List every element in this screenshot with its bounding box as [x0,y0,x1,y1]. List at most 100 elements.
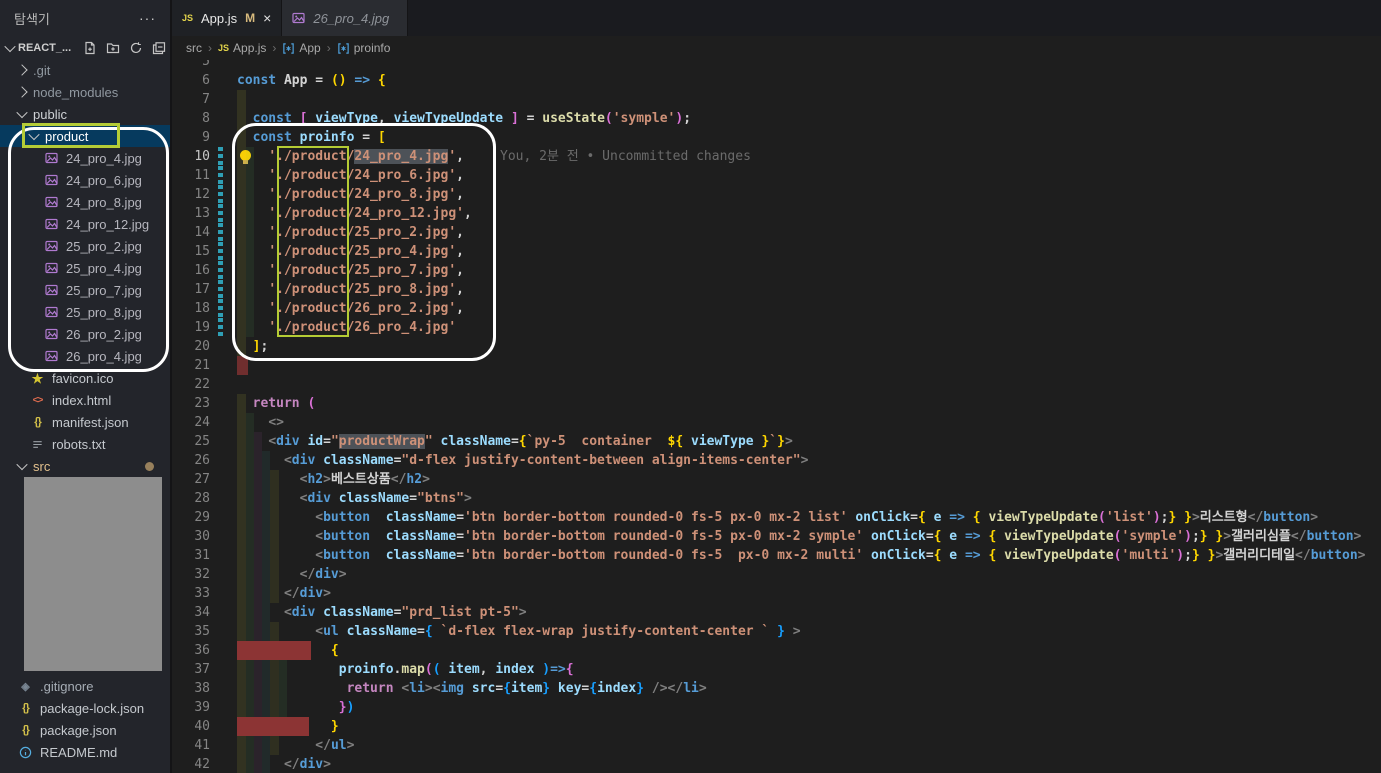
line-number: 14 [194,225,210,240]
tree-item-index.html[interactable]: <> index.html [0,389,170,411]
line-number: 15 [194,244,210,259]
code-line-20[interactable]: 20 ]; [172,337,1381,356]
code-line-16[interactable]: 16 './product/25_pro_7.jpg', [172,261,1381,280]
tree-item-24_pro_12.jpg[interactable]: 24_pro_12.jpg [0,213,170,235]
line-number: 27 [194,472,210,487]
tree-item-25_pro_4.jpg[interactable]: 25_pro_4.jpg [0,257,170,279]
code-line-5[interactable]: 5 [172,60,1381,71]
code-line-10[interactable]: 10 './product/24_pro_4.jpg', You, 2분 전 • … [172,147,1381,166]
tab-App.js[interactable]: JS App.js M × [172,0,283,36]
refresh-icon[interactable] [129,41,143,55]
tree-item-node_modules[interactable]: node_modules [0,81,170,103]
symbol-icon [283,42,295,54]
code-line-32[interactable]: 32 </div> [172,565,1381,584]
chevron-down-icon [28,128,40,141]
more-actions-icon[interactable]: ··· [139,10,156,26]
code-line-13[interactable]: 13 './product/24_pro_12.jpg', [172,204,1381,223]
code-line-33[interactable]: 33 </div> [172,584,1381,603]
tree-item-package-lock.json[interactable]: {} package-lock.json [0,697,170,719]
tree-item-product[interactable]: product [0,125,170,147]
code-line-26[interactable]: 26 <div className="d-flex justify-conten… [172,451,1381,470]
code-line-34[interactable]: 34 <div className="prd_list pt-5"> [172,603,1381,622]
tree-item-favicon.ico[interactable]: ★ favicon.ico [0,367,170,389]
tree-item-package.json[interactable]: {} package.json [0,719,170,741]
tree-item-26_pro_2.jpg[interactable]: 26_pro_2.jpg [0,323,170,345]
code-line-28[interactable]: 28 <div className="btns"> [172,489,1381,508]
line-number: 21 [194,358,210,373]
code-line-27[interactable]: 27 <h2>베스트상품</h2> [172,470,1381,489]
code-line-42[interactable]: 42 </div> [172,755,1381,773]
tree-item-24_pro_6.jpg[interactable]: 24_pro_6.jpg [0,169,170,191]
code-line-6[interactable]: 6 const App = () => { [172,71,1381,90]
breadcrumb-item-proinfo[interactable]: proinfo [337,41,390,55]
code-line-31[interactable]: 31 <button className='btn border-bottom … [172,546,1381,565]
collapse-all-icon [153,41,166,54]
line-number: 32 [194,567,210,582]
breadcrumb-item-src[interactable]: src [186,41,202,55]
tree-item-.gitignore[interactable]: ◈ .gitignore [0,675,170,697]
code-line-30[interactable]: 30 <button className='btn border-bottom … [172,527,1381,546]
tree-item-.git[interactable]: .git [0,59,170,81]
code-line-17[interactable]: 17 './product/25_pro_8.jpg', [172,280,1381,299]
code-line-39[interactable]: 39 }) [172,698,1381,717]
line-number: 30 [194,529,210,544]
tree-item-README.md[interactable]: README.md [0,741,170,763]
new-folder-icon[interactable] [106,41,120,55]
symbol-icon [337,42,349,54]
line-number: 25 [194,434,210,449]
line-number: 37 [194,662,210,677]
image-file-icon [45,306,58,318]
code-line-23[interactable]: 23 return ( [172,394,1381,413]
chevron-down-icon [16,458,28,471]
tree-item-24_pro_4.jpg[interactable]: 24_pro_4.jpg [0,147,170,169]
vscode-window: 탐색기 ··· REACT_... .git node_modules public… [0,0,1381,773]
tab-26_pro_4.jpg[interactable]: 26_pro_4.jpg [282,0,409,36]
code-line-22[interactable]: 22 [172,375,1381,394]
collapse-all-icon[interactable] [152,41,166,55]
code-line-7[interactable]: 7 [172,90,1381,109]
tree-item-robots.txt[interactable]: robots.txt [0,433,170,455]
code-line-18[interactable]: 18 './product/26_pro_2.jpg', [172,299,1381,318]
code-line-35[interactable]: 35 <ul className={ `d-flex flex-wrap jus… [172,622,1381,641]
new-file-icon[interactable] [83,41,97,55]
tree-item-manifest.json[interactable]: {} manifest.json [0,411,170,433]
tree-item-public[interactable]: public [0,103,170,125]
code-line-24[interactable]: 24 <> [172,413,1381,432]
tree-item-25_pro_7.jpg[interactable]: 25_pro_7.jpg [0,279,170,301]
breadcrumb-item-App[interactable]: App [282,41,321,55]
line-number: 23 [194,396,210,411]
code-line-15[interactable]: 15 './product/25_pro_4.jpg', [172,242,1381,261]
tree-item-25_pro_2.jpg[interactable]: 25_pro_2.jpg [0,235,170,257]
code-line-41[interactable]: 41 </ul> [172,736,1381,755]
line-number: 24 [194,415,210,430]
code-line-40[interactable]: 40 } [172,717,1381,736]
git-modified-gutter [218,299,223,318]
code-line-38[interactable]: 38 return <li><img src={item} key={index… [172,679,1381,698]
code-line-36[interactable]: 36 { [172,641,1381,660]
tree-item-24_pro_8.jpg[interactable]: 24_pro_8.jpg [0,191,170,213]
chevron-down-icon [4,40,16,52]
code-line-14[interactable]: 14 './product/25_pro_2.jpg', [172,223,1381,242]
tree-item-26_pro_4.jpg[interactable]: 26_pro_4.jpg [0,345,170,367]
code-line-19[interactable]: 19 './product/26_pro_4.jpg' [172,318,1381,337]
lightbulb-icon[interactable] [240,150,251,164]
code-line-25[interactable]: 25 <div id="productWrap" className={`py-… [172,432,1381,451]
code-line-11[interactable]: 11 './product/24_pro_6.jpg', [172,166,1381,185]
info-icon [19,746,32,758]
modified-badge-dot [145,462,154,471]
breadcrumb-item-App.js[interactable]: JS App.js [218,41,266,55]
code-line-37[interactable]: 37 proinfo.map(( item, index )=>{ [172,660,1381,679]
close-icon[interactable]: × [263,10,271,26]
code-line-21[interactable]: 21 [172,356,1381,375]
tree-item-src[interactable]: src [0,455,170,477]
code-line-29[interactable]: 29 <button className='btn border-bottom … [172,508,1381,527]
project-section-header[interactable]: REACT_... [0,36,170,59]
code-line-8[interactable]: 8 const [ viewType, viewTypeUpdate ] = u… [172,109,1381,128]
code-line-9[interactable]: 9 const proinfo = [ [172,128,1381,147]
image-file-icon [45,262,58,274]
refresh-icon [131,41,142,53]
code-line-12[interactable]: 12 './product/24_pro_8.jpg', [172,185,1381,204]
breadcrumb: src › JS App.js › App › proinfo [172,36,1381,60]
tree-item-25_pro_8.jpg[interactable]: 25_pro_8.jpg [0,301,170,323]
code-editor[interactable]: 5 6 const App = () => {7 8 const [ viewType… [172,60,1381,773]
